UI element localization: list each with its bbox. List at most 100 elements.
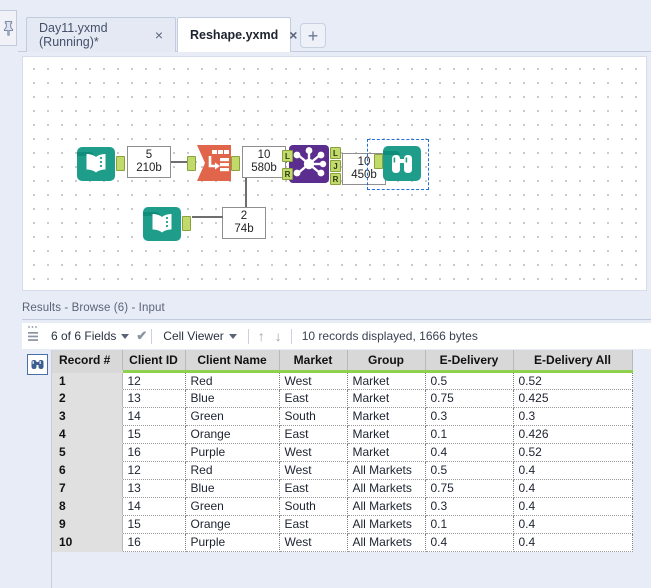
cell-client-name[interactable]: Purple bbox=[185, 443, 280, 462]
col-header-e-delivery[interactable]: E-Delivery bbox=[425, 350, 514, 373]
browse-tool-chip[interactable] bbox=[27, 354, 48, 375]
cell-e-delivery[interactable]: 0.75 bbox=[425, 389, 514, 408]
check-icon[interactable]: ✔ bbox=[136, 328, 147, 344]
output-anchor-input2[interactable] bbox=[182, 216, 191, 231]
cell-e-delivery-all[interactable]: 0.426 bbox=[513, 425, 633, 444]
cell-market[interactable]: East bbox=[279, 515, 348, 534]
join-output-anchor-L[interactable]: L bbox=[330, 147, 341, 159]
cell-client-name[interactable]: Red bbox=[185, 461, 280, 480]
cell-market[interactable]: West bbox=[279, 443, 348, 462]
cell-e-delivery-all[interactable]: 0.4 bbox=[513, 479, 633, 498]
cell-e-delivery[interactable]: 0.5 bbox=[425, 371, 514, 390]
cell-group[interactable]: All Markets bbox=[347, 461, 426, 480]
cell-market[interactable]: West bbox=[279, 371, 348, 390]
tab-day11[interactable]: Day11.yxmd (Running)* × bbox=[26, 17, 176, 52]
cell-client-id[interactable]: 13 bbox=[122, 389, 186, 408]
table-row[interactable]: 9 15 Orange East All Markets 0.1 0.4 bbox=[52, 515, 633, 534]
cell-client-name[interactable]: Orange bbox=[185, 515, 280, 534]
cell-group[interactable]: Market bbox=[347, 389, 426, 408]
col-header-client-id[interactable]: Client ID bbox=[122, 350, 186, 373]
tool-input-data-2[interactable] bbox=[143, 205, 181, 248]
cell-e-delivery-all[interactable]: 0.3 bbox=[513, 407, 633, 426]
tab-close-icon[interactable]: × bbox=[286, 26, 300, 44]
cell-group[interactable]: All Markets bbox=[347, 533, 426, 552]
join-input-anchor-R[interactable]: R bbox=[282, 168, 293, 180]
table-row[interactable]: 6 12 Red West All Markets 0.5 0.4 bbox=[52, 461, 633, 480]
new-tab-button[interactable]: + bbox=[300, 23, 326, 48]
col-header-market[interactable]: Market bbox=[279, 350, 348, 373]
col-header-record[interactable]: Record # bbox=[52, 350, 123, 373]
cell-e-delivery[interactable]: 0.1 bbox=[425, 425, 514, 444]
fields-selector[interactable]: 6 of 6 Fields bbox=[44, 329, 136, 343]
cell-e-delivery[interactable]: 0.4 bbox=[425, 533, 514, 552]
results-table[interactable]: Record # Client ID Client Name Market Gr… bbox=[52, 350, 633, 552]
cell-client-name[interactable]: Purple bbox=[185, 533, 280, 552]
cell-client-name[interactable]: Green bbox=[185, 407, 280, 426]
cell-client-name[interactable]: Blue bbox=[185, 479, 280, 498]
tab-close-icon[interactable]: × bbox=[152, 26, 166, 44]
output-anchor-input1[interactable] bbox=[116, 156, 125, 171]
toolbar-grip-icon[interactable] bbox=[22, 323, 44, 349]
output-anchor-transpose[interactable] bbox=[231, 156, 240, 171]
cell-e-delivery-all[interactable]: 0.4 bbox=[513, 497, 633, 516]
cell-market[interactable]: South bbox=[279, 497, 348, 516]
cell-e-delivery-all[interactable]: 0.4 bbox=[513, 515, 633, 534]
cell-group[interactable]: Market bbox=[347, 371, 426, 390]
cell-client-id[interactable]: 15 bbox=[122, 425, 186, 444]
cell-client-id[interactable]: 16 bbox=[122, 443, 186, 462]
cell-client-id[interactable]: 14 bbox=[122, 407, 186, 426]
cell-e-delivery-all[interactable]: 0.52 bbox=[513, 371, 633, 390]
cell-e-delivery[interactable]: 0.3 bbox=[425, 407, 514, 426]
cell-client-name[interactable]: Blue bbox=[185, 389, 280, 408]
cell-market[interactable]: East bbox=[279, 389, 348, 408]
cell-market[interactable]: West bbox=[279, 533, 348, 552]
cell-client-name[interactable]: Red bbox=[185, 371, 280, 390]
cell-group[interactable]: Market bbox=[347, 425, 426, 444]
table-row[interactable]: 4 15 Orange East Market 0.1 0.426 bbox=[52, 425, 633, 444]
connection-input2-databox[interactable] bbox=[192, 216, 223, 218]
cell-group[interactable]: All Markets bbox=[347, 479, 426, 498]
viewer-selector[interactable]: Cell Viewer bbox=[156, 329, 243, 343]
tool-browse[interactable] bbox=[383, 145, 421, 188]
left-panel-pin-top[interactable] bbox=[0, 10, 17, 46]
cell-e-delivery[interactable]: 0.4 bbox=[425, 443, 514, 462]
tool-join[interactable] bbox=[289, 145, 329, 190]
table-row[interactable]: 8 14 Green South All Markets 0.3 0.4 bbox=[52, 497, 633, 516]
table-row[interactable]: 1 12 Red West Market 0.5 0.52 bbox=[52, 371, 633, 390]
cell-group[interactable]: Market bbox=[347, 443, 426, 462]
cell-market[interactable]: East bbox=[279, 425, 348, 444]
cell-e-delivery[interactable]: 0.1 bbox=[425, 515, 514, 534]
cell-e-delivery[interactable]: 0.3 bbox=[425, 497, 514, 516]
cell-e-delivery[interactable]: 0.75 bbox=[425, 479, 514, 498]
col-header-client-name[interactable]: Client Name bbox=[185, 350, 280, 373]
cell-client-id[interactable]: 14 bbox=[122, 497, 186, 516]
tool-input-data-1[interactable] bbox=[77, 145, 115, 188]
cell-client-name[interactable]: Green bbox=[185, 497, 280, 516]
tool-transpose[interactable] bbox=[193, 143, 233, 188]
table-row[interactable]: 7 13 Blue East All Markets 0.75 0.4 bbox=[52, 479, 633, 498]
cell-client-id[interactable]: 12 bbox=[122, 461, 186, 480]
cell-client-id[interactable]: 12 bbox=[122, 371, 186, 390]
scroll-up-button[interactable]: ↑ bbox=[253, 328, 270, 344]
cell-market[interactable]: West bbox=[279, 461, 348, 480]
table-row[interactable]: 10 16 Purple West All Markets 0.4 0.4 bbox=[52, 533, 633, 552]
cell-e-delivery[interactable]: 0.5 bbox=[425, 461, 514, 480]
cell-group[interactable]: All Markets bbox=[347, 515, 426, 534]
cell-e-delivery-all[interactable]: 0.52 bbox=[513, 443, 633, 462]
join-input-anchor-L[interactable]: L bbox=[282, 150, 293, 162]
col-header-group[interactable]: Group bbox=[347, 350, 426, 373]
table-row[interactable]: 5 16 Purple West Market 0.4 0.52 bbox=[52, 443, 633, 462]
input-anchor-transpose[interactable] bbox=[187, 156, 196, 171]
scroll-down-button[interactable]: ↓ bbox=[270, 328, 287, 344]
tab-reshape[interactable]: Reshape.yxmd × bbox=[177, 17, 297, 52]
cell-market[interactable]: South bbox=[279, 407, 348, 426]
cell-e-delivery-all[interactable]: 0.425 bbox=[513, 389, 633, 408]
input-anchor-browse[interactable] bbox=[374, 154, 383, 169]
cell-client-id[interactable]: 16 bbox=[122, 533, 186, 552]
table-row[interactable]: 3 14 Green South Market 0.3 0.3 bbox=[52, 407, 633, 426]
cell-client-name[interactable]: Orange bbox=[185, 425, 280, 444]
cell-e-delivery-all[interactable]: 0.4 bbox=[513, 533, 633, 552]
table-row[interactable]: 2 13 Blue East Market 0.75 0.425 bbox=[52, 389, 633, 408]
cell-market[interactable]: East bbox=[279, 479, 348, 498]
cell-group[interactable]: All Markets bbox=[347, 497, 426, 516]
